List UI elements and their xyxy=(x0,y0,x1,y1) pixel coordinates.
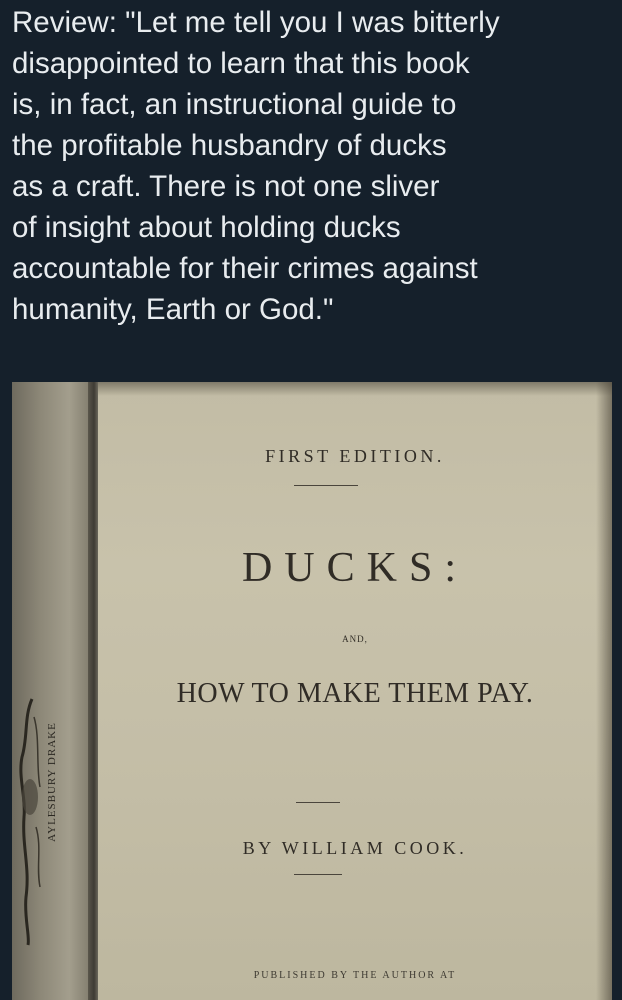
book-title: DUCKS: xyxy=(241,545,469,591)
duck-illustration xyxy=(19,698,41,946)
author-line: BY WILLIAM COOK. xyxy=(242,838,468,858)
and-conjunction: AND, xyxy=(342,634,368,644)
tweet-screenshot: Review: "Let me tell you I was bitterly … xyxy=(0,0,622,1000)
title-page: FIRST EDITION. DUCKS: AND, HOW TO MAKE T… xyxy=(98,382,612,1000)
book-gutter xyxy=(88,382,98,1000)
book-subtitle: HOW TO MAKE THEM PAY. xyxy=(176,678,534,709)
edition-line: FIRST EDITION. xyxy=(265,446,445,466)
divider-rule xyxy=(294,485,358,486)
publisher-line: PUBLISHED BY THE AUTHOR AT xyxy=(253,970,457,981)
page-shadow xyxy=(98,382,612,396)
book-photo: AYLESBURY DRAKE FIRST EDITION. DUCKS: AN… xyxy=(12,382,612,1000)
page-edge xyxy=(596,382,612,1000)
divider-rule xyxy=(296,802,340,803)
divider-rule xyxy=(294,874,342,875)
review-text: Review: "Let me tell you I was bitterly … xyxy=(12,6,500,326)
